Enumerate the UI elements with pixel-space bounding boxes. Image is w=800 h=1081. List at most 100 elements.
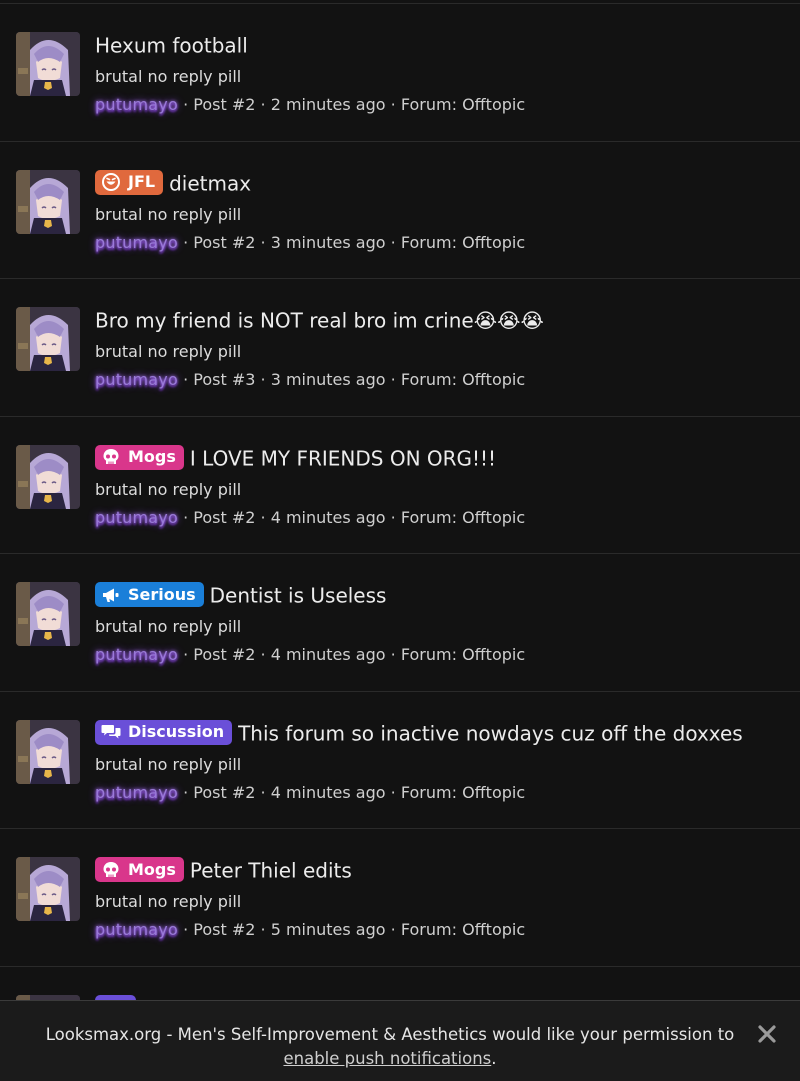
- post-number-link[interactable]: Post #2: [193, 508, 255, 527]
- forum-link[interactable]: Offtopic: [462, 370, 525, 389]
- avatar[interactable]: [16, 307, 80, 371]
- username-link[interactable]: putumayo: [95, 95, 178, 114]
- search-results-page: Hexum football brutal no reply pill putuma…: [0, 0, 800, 1081]
- thread-title-link[interactable]: Bro my friend is NOT real bro im crine😭😭…: [95, 309, 544, 333]
- thread-prefix-badge[interactable]: JFL: [95, 169, 164, 195]
- megaphone-icon: [101, 585, 121, 605]
- post-number-link[interactable]: Post #2: [193, 920, 255, 939]
- post-number-link[interactable]: Post #3: [193, 370, 255, 389]
- post-number-link[interactable]: Post #2: [193, 645, 255, 664]
- result-meta: putumayo · Post #2 · 4 minutes ago · For…: [95, 782, 525, 804]
- post-number-link[interactable]: Post #2: [193, 95, 255, 114]
- timestamp: 2 minutes ago: [270, 95, 386, 114]
- forum-link[interactable]: Offtopic: [462, 920, 525, 939]
- notice-text: Looksmax.org - Men's Self-Improvement & …: [45, 1025, 735, 1044]
- separator: ·: [183, 370, 189, 389]
- enable-push-notifications-link[interactable]: enable push notifications: [283, 1049, 491, 1068]
- post-snippet: brutal no reply pill: [95, 342, 242, 361]
- result-meta: putumayo · Post #2 · 3 minutes ago · For…: [95, 232, 525, 254]
- post-snippet: brutal no reply pill: [95, 754, 242, 774]
- separator: ·: [390, 95, 396, 114]
- result-title-line: Mogs Peter Thiel edits: [95, 855, 352, 885]
- username-link[interactable]: putumayo: [95, 370, 178, 389]
- username-link[interactable]: putumayo: [95, 233, 178, 252]
- thread-prefix-badge[interactable]: Mogs: [95, 857, 184, 882]
- username-link[interactable]: putumayo: [95, 783, 178, 802]
- prefix-label: JFL: [128, 172, 156, 191]
- forum-label: Forum:: [400, 920, 457, 939]
- separator: ·: [183, 920, 189, 939]
- separator: ·: [390, 232, 396, 252]
- username-link[interactable]: putumayo: [95, 508, 178, 527]
- result-title-line: Bro my friend is NOT real bro im crine😭😭…: [95, 305, 544, 335]
- search-result: Bro my friend is NOT real bro im crine😭😭…: [0, 279, 800, 417]
- result-title-line: JFL dietmax: [95, 168, 251, 198]
- post-snippet: brutal no reply pill: [95, 892, 242, 911]
- push-notification-banner: Looksmax.org - Men's Self-Improvement & …: [0, 1000, 800, 1081]
- avatar[interactable]: [16, 719, 80, 784]
- avatar[interactable]: [16, 444, 80, 509]
- forum-label: Forum:: [400, 645, 457, 664]
- prefix-label: Mogs: [128, 447, 176, 466]
- separator: ·: [260, 232, 266, 252]
- result-meta: putumayo · Post #2 · 2 minutes ago · For…: [95, 94, 525, 116]
- separator: ·: [183, 507, 189, 527]
- comments-icon: [101, 722, 121, 742]
- search-result: Mogs Peter Thiel edits brutal no reply pil…: [0, 829, 800, 967]
- separator: ·: [260, 920, 266, 939]
- avatar[interactable]: [16, 32, 80, 96]
- post-snippet: brutal no reply pill: [95, 204, 242, 224]
- forum-link[interactable]: Offtopic: [462, 233, 525, 252]
- thread-title-link[interactable]: I LOVE MY FRIENDS ON ORG!!!: [190, 446, 496, 470]
- forum-link[interactable]: Offtopic: [462, 95, 525, 114]
- separator: ·: [390, 507, 396, 527]
- post-number-link[interactable]: Post #2: [193, 783, 255, 802]
- timestamp: 3 minutes ago: [270, 232, 386, 252]
- separator: ·: [183, 232, 189, 252]
- forum-link[interactable]: Offtopic: [462, 783, 525, 802]
- result-title-line: Serious Dentist is Useless: [95, 580, 386, 610]
- username-link[interactable]: putumayo: [95, 645, 178, 664]
- thread-prefix-badge[interactable]: Mogs: [95, 444, 184, 470]
- search-result: Mogs I LOVE MY FRIENDS ON ORG!!! brutal no…: [0, 417, 800, 554]
- separator: ·: [183, 645, 189, 664]
- separator: ·: [183, 95, 189, 114]
- search-result: Hexum football brutal no reply pill putuma…: [0, 4, 800, 142]
- result-meta: putumayo · Post #2 · 4 minutes ago · For…: [95, 644, 525, 666]
- thread-title-link[interactable]: dietmax: [169, 171, 251, 195]
- separator: ·: [260, 645, 266, 664]
- post-snippet: brutal no reply pill: [95, 67, 242, 86]
- forum-link[interactable]: Offtopic: [462, 645, 525, 664]
- result-title-line: Hexum football: [95, 30, 248, 60]
- timestamp: 4 minutes ago: [270, 645, 386, 664]
- avatar[interactable]: [16, 582, 80, 646]
- avatar[interactable]: [16, 169, 80, 234]
- prefix-label: Discussion: [128, 722, 225, 741]
- forum-link[interactable]: Offtopic: [462, 508, 525, 527]
- search-result: JFL dietmax brutal no reply pill putumayo ·…: [0, 142, 800, 279]
- result-title-line: Discussion This forum so inactive nowdays…: [95, 718, 743, 748]
- thread-title-link[interactable]: Hexum football: [95, 34, 248, 58]
- notice-end: .: [491, 1049, 497, 1068]
- thread-prefix-badge[interactable]: Serious: [95, 582, 204, 607]
- laughing-face-icon: [101, 172, 121, 192]
- post-snippet: brutal no reply pill: [95, 617, 242, 636]
- username-link[interactable]: putumayo: [95, 920, 178, 939]
- separator: ·: [260, 507, 266, 527]
- skull-icon: [101, 860, 121, 880]
- post-number-link[interactable]: Post #2: [193, 233, 255, 252]
- thread-title-link[interactable]: This forum so inactive nowdays cuz off t…: [238, 721, 743, 745]
- thread-prefix-badge[interactable]: Discussion: [95, 719, 233, 745]
- result-meta: putumayo · Post #2 · 4 minutes ago · For…: [95, 507, 525, 529]
- notice-message: Looksmax.org - Men's Self-Improvement & …: [40, 1023, 740, 1071]
- separator: ·: [390, 645, 396, 664]
- avatar[interactable]: [16, 857, 80, 921]
- search-result: Serious Dentist is Useless brutal no reply…: [0, 554, 800, 692]
- separator: ·: [390, 920, 396, 939]
- thread-title-link[interactable]: Dentist is Useless: [210, 584, 387, 608]
- close-icon[interactable]: [756, 1023, 778, 1045]
- thread-title-link[interactable]: Peter Thiel edits: [190, 859, 352, 883]
- timestamp: 5 minutes ago: [270, 920, 386, 939]
- separator: ·: [183, 782, 189, 802]
- separator: ·: [390, 782, 396, 802]
